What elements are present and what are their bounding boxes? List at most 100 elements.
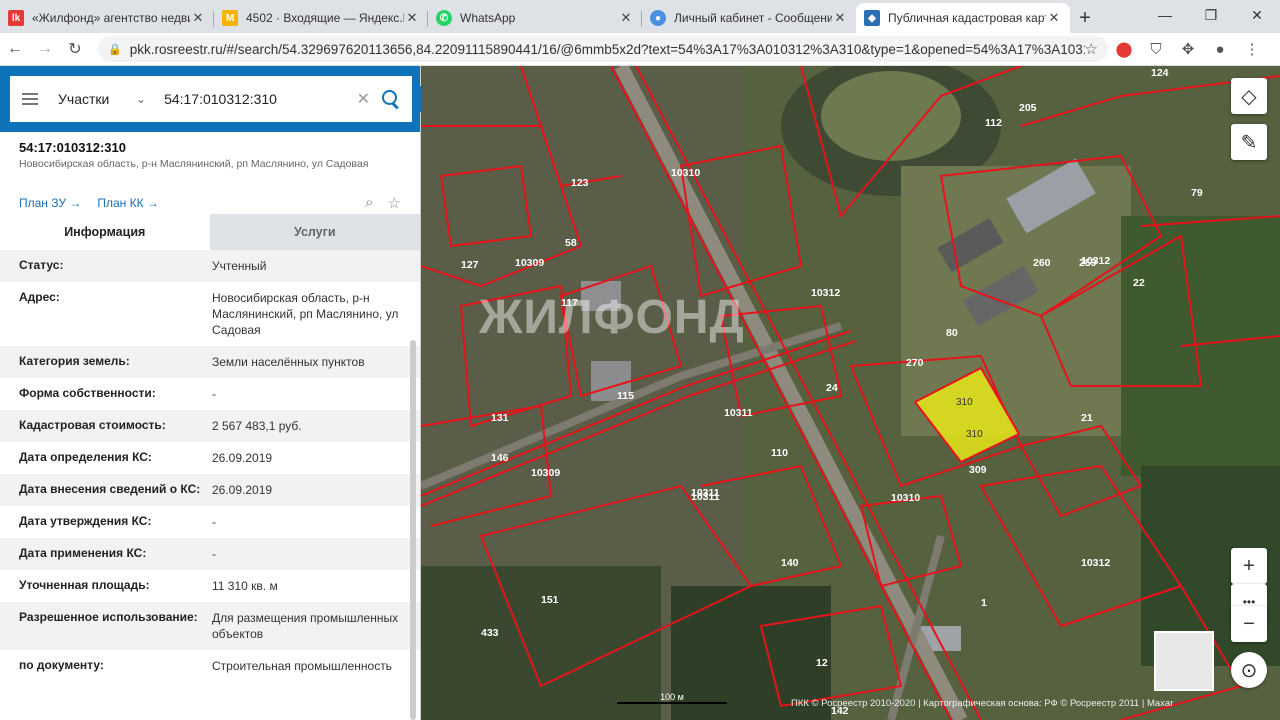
map-label: 12: [816, 657, 828, 669]
compass-button[interactable]: ⊙: [1231, 652, 1267, 688]
zoom-out-button[interactable]: −: [1231, 606, 1267, 642]
detail-row: Адрес: Новосибирская область, р-н Масляни…: [0, 282, 420, 346]
close-tab-icon[interactable]: ✕: [190, 10, 206, 26]
close-tab-icon[interactable]: ✕: [832, 10, 848, 26]
tab-title: Личный кабинет - Сообщени: [674, 11, 832, 25]
browser-tab[interactable]: ✆ WhatsApp ✕: [428, 3, 642, 33]
map-canvas[interactable]: 310 310 10310 10312 10309 10311 10311 10309 10…: [421, 66, 1280, 720]
cadastral-map[interactable]: 310 310 10310 10312 10309 10311 10311 10309 10…: [421, 66, 1280, 720]
plan-zu-link[interactable]: План ЗУ →: [19, 196, 81, 210]
url-text: pkk.rosreestr.ru/#/search/54.32969762011…: [129, 41, 1085, 57]
menu-dots-icon[interactable]: ⋮: [1236, 40, 1268, 58]
detail-value: Строительная промышленность: [212, 659, 392, 673]
opera-extension-icon[interactable]: ⬤: [1108, 40, 1140, 58]
search-input[interactable]: 54:17:010312:310: [164, 91, 357, 107]
map-label: 79: [1191, 187, 1203, 199]
object-header: 54:17:010312:310 Новосибирская область, …: [0, 132, 420, 170]
browser-tab[interactable]: ● Личный кабинет - Сообщени ✕: [642, 3, 856, 33]
search-document-icon[interactable]: ⌕: [365, 194, 373, 212]
map-label: 10310: [891, 492, 920, 504]
back-icon[interactable]: ←: [0, 40, 30, 58]
map-label: 24: [826, 382, 838, 394]
tab-title: Публичная кадастровая карта: [888, 11, 1046, 25]
browser-tab-bar: lk «Жилфонд» агентство недвиж ✕ M 4502 ·…: [0, 0, 1280, 33]
browser-tab-active[interactable]: ◆ Публичная кадастровая карта ✕: [856, 3, 1070, 33]
lock-icon: 🔒: [108, 43, 122, 56]
map-label: 124: [1151, 67, 1169, 79]
close-tab-icon[interactable]: ✕: [404, 10, 420, 26]
detail-key: Адрес:: [19, 290, 60, 304]
detail-row: Дата утверждения КС: -: [0, 506, 420, 538]
map-label: 10312: [1081, 557, 1110, 569]
search-box: Участки ⌄ 54:17:010312:310 ✕: [10, 76, 412, 122]
map-label: 21: [1081, 412, 1093, 424]
detail-value: 11 310 кв. м: [212, 579, 278, 593]
map-label: 10310: [671, 167, 700, 179]
parcel-label: 310: [966, 429, 983, 440]
profile-icon[interactable]: ●: [1204, 41, 1236, 58]
detail-row: Статус: Учтенный: [0, 250, 420, 282]
parcel-label: 310: [956, 397, 973, 408]
map-label: 127: [461, 259, 479, 271]
detail-key: Категория земель:: [19, 354, 130, 368]
map-label: 259: [1079, 257, 1097, 269]
close-tab-icon[interactable]: ✕: [618, 10, 634, 26]
plan-links: План ЗУ → План КК → ⌕ ☆: [0, 170, 420, 214]
maximize-icon[interactable]: ❐: [1188, 0, 1234, 30]
browser-toolbar: ← → ↻ 🔒 pkk.rosreestr.ru/#/search/54.329…: [0, 33, 1280, 66]
map-label: 110: [771, 447, 788, 459]
chevron-down-icon[interactable]: ⌄: [136, 92, 146, 106]
minimize-icon[interactable]: —: [1142, 0, 1188, 30]
clear-icon[interactable]: ✕: [357, 89, 370, 109]
detail-key: Дата утверждения КС:: [19, 514, 152, 528]
panel-scrollbar[interactable]: [410, 340, 416, 720]
detail-row: Уточненная площадь: 11 310 кв. м: [0, 570, 420, 602]
map-label: 433: [481, 627, 499, 639]
detail-row: по документу: Строительная промышленность: [0, 650, 420, 682]
measure-button[interactable]: ✎: [1231, 124, 1267, 160]
tab-services[interactable]: Услуги: [209, 214, 420, 250]
plan-kk-link[interactable]: План КК →: [97, 196, 159, 210]
new-tab-button[interactable]: +: [1070, 3, 1100, 33]
puzzle-extensions-icon[interactable]: ✥: [1172, 40, 1204, 58]
site-favicon-icon: lk: [8, 10, 24, 26]
detail-value: Новосибирская область, р-н Маслянинский,…: [212, 291, 399, 337]
info-panel: Участки ⌄ 54:17:010312:310 ✕ ‹ 54:17:010…: [0, 66, 434, 720]
detail-key: Статус:: [19, 258, 64, 272]
search-icon[interactable]: [382, 90, 400, 108]
close-tab-icon[interactable]: ✕: [1046, 10, 1062, 26]
detail-value: Земли населённых пунктов: [212, 355, 365, 369]
reload-icon[interactable]: ↻: [60, 39, 90, 59]
bookmark-star-icon[interactable]: ☆: [1085, 40, 1098, 58]
detail-row: Дата применения КС: -: [0, 538, 420, 570]
map-label: 10309: [515, 257, 544, 269]
tab-information[interactable]: Информация: [0, 214, 210, 250]
detail-key: Кадастровая стоимость:: [19, 418, 166, 432]
layers-icon: ◇: [1241, 85, 1257, 108]
window-controls: — ❐ ✕: [1142, 0, 1280, 30]
object-address: Новосибирская область, р-н Маслянинский,…: [19, 158, 369, 170]
map-label: 151: [541, 594, 559, 606]
detail-row: Форма собственности: -: [0, 378, 420, 410]
detail-value: 2 567 483,1 руб.: [212, 419, 302, 433]
detail-row: Разрешенное использование: Для размещения…: [0, 602, 420, 650]
map-label: 22: [1133, 277, 1145, 289]
forward-icon[interactable]: →: [30, 40, 60, 58]
close-window-icon[interactable]: ✕: [1234, 0, 1280, 30]
map-label: 270: [906, 357, 924, 369]
basemap-switcher[interactable]: [1154, 631, 1214, 691]
whatsapp-favicon-icon: ✆: [436, 10, 452, 26]
layers-button[interactable]: ◇: [1231, 78, 1267, 114]
favorite-star-icon[interactable]: ☆: [388, 194, 401, 212]
compass-icon: ⊙: [1240, 659, 1258, 682]
address-bar[interactable]: 🔒 pkk.rosreestr.ru/#/search/54.329697620…: [98, 36, 1108, 62]
shield-extension-icon[interactable]: ⛉: [1140, 41, 1172, 58]
browser-tab[interactable]: lk «Жилфонд» агентство недвиж ✕: [0, 3, 214, 33]
detail-row: Категория земель: Земли населённых пункто…: [0, 346, 420, 378]
detail-row: Дата определения КС: 26.09.2019: [0, 442, 420, 474]
browser-tab[interactable]: M 4502 · Входящие — Яндекс.По ✕: [214, 3, 428, 33]
object-type-select[interactable]: Участки: [58, 91, 136, 107]
zoom-in-button[interactable]: +: [1231, 548, 1267, 584]
map-label: 131: [491, 412, 509, 424]
hamburger-menu-icon[interactable]: [22, 93, 38, 105]
